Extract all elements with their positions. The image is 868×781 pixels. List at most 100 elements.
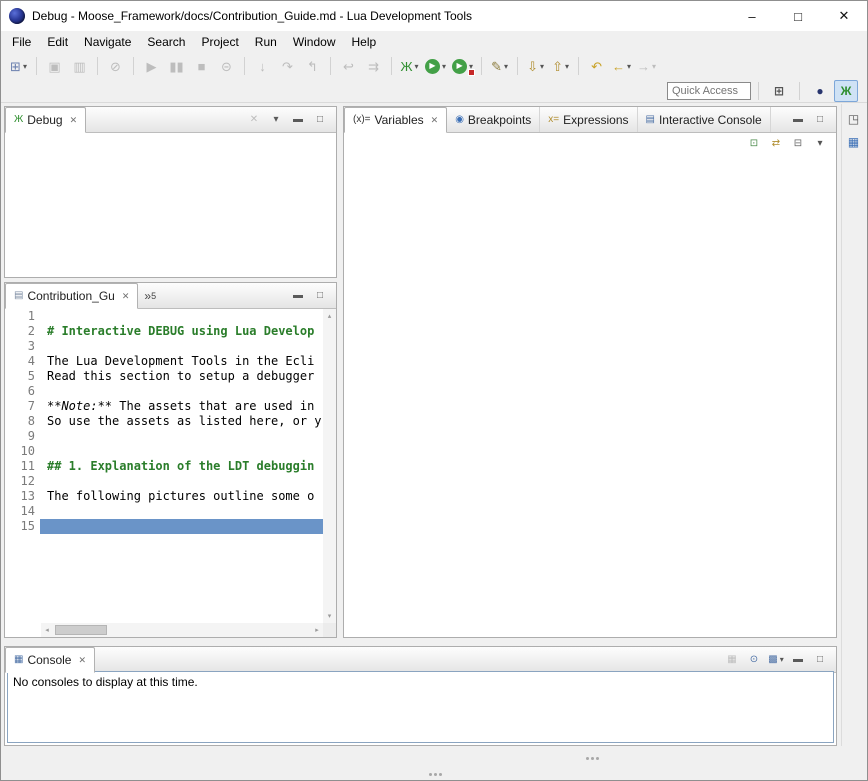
- code-line[interactable]: 6: [5, 384, 323, 399]
- menu-file[interactable]: File: [4, 32, 39, 52]
- outline-view-icon[interactable]: ▦: [848, 136, 859, 148]
- code-line[interactable]: 14: [5, 504, 323, 519]
- scroll-down-icon[interactable]: ▾: [328, 609, 332, 623]
- open-perspective-button[interactable]: ⊞: [767, 80, 791, 102]
- tab-interactive-console[interactable]: ▤Interactive Console: [638, 107, 771, 132]
- code-line[interactable]: 4The Lua Development Tools in the Ecli: [5, 354, 323, 369]
- close-tab-icon[interactable]: ✕: [70, 115, 78, 126]
- tab-debug[interactable]: Ж Debug ✕: [5, 107, 86, 133]
- minimize-icon-glyph: ▬: [293, 115, 303, 125]
- close-button[interactable]: ✕: [821, 1, 867, 31]
- line-number: 3: [5, 339, 40, 354]
- menu-run[interactable]: Run: [247, 32, 285, 52]
- minimize-icon[interactable]: ▬: [288, 288, 308, 304]
- variables-tabs: (x)=Variables✕◉Breakpointsx=Expressions▤…: [344, 107, 771, 132]
- collapse-all-icon[interactable]: ⊟: [788, 136, 808, 152]
- code-line[interactable]: 15: [5, 519, 323, 534]
- minimize-button[interactable]: –: [729, 1, 775, 31]
- view-menu-icon[interactable]: ▾: [266, 112, 286, 128]
- editor-ctrls: ▬□: [287, 283, 336, 308]
- line-text: [40, 474, 323, 489]
- tab-contribution-guide[interactable]: ▤ Contribution_Gu ✕: [5, 283, 138, 309]
- code-segment: # Interactive DEBUG using Lua Develop: [47, 324, 314, 338]
- scrollbar-corner: [323, 623, 336, 637]
- scrollbar-thumb[interactable]: [55, 625, 107, 635]
- scroll-right-icon[interactable]: ▸: [311, 626, 323, 634]
- show-logical-structures-icon-glyph: ⇄: [772, 139, 780, 149]
- debug-perspective-button[interactable]: Ж: [834, 80, 858, 102]
- line-text: [40, 504, 323, 519]
- editor-code-area[interactable]: 12# Interactive DEBUG using Lua Develop3…: [5, 309, 323, 623]
- close-tab-icon[interactable]: ✕: [431, 115, 439, 126]
- open-console-icon[interactable]: ▩▾: [766, 652, 786, 668]
- display-selected-console-icon: ▦: [722, 652, 742, 668]
- menu-project[interactable]: Project: [193, 32, 246, 52]
- tab-console[interactable]: ▦ Console ✕: [5, 647, 95, 673]
- debug-perspective-button-glyph: Ж: [841, 84, 852, 98]
- code-line[interactable]: 5Read this section to setup a debugger: [5, 369, 323, 384]
- code-line[interactable]: 13The following pictures outline some o: [5, 489, 323, 504]
- code-line[interactable]: 9: [5, 429, 323, 444]
- line-number: 14: [5, 504, 40, 519]
- code-line[interactable]: 2# Interactive DEBUG using Lua Develop: [5, 324, 323, 339]
- scroll-up-icon[interactable]: ▴: [328, 309, 332, 323]
- maximize-button[interactable]: □: [775, 1, 821, 31]
- menu-edit[interactable]: Edit: [39, 32, 76, 52]
- previous-annotation-button-glyph: ⇧: [552, 60, 563, 73]
- vertical-scrollbar[interactable]: ▴ ▾: [323, 309, 336, 623]
- hidden-editors-chevron[interactable]: »5: [138, 283, 162, 308]
- code-line[interactable]: 11## 1. Explanation of the LDT debuggin: [5, 459, 323, 474]
- maximize-icon[interactable]: □: [310, 112, 330, 128]
- code-line[interactable]: 12: [5, 474, 323, 489]
- pin-console-icon[interactable]: ⊙: [744, 652, 764, 668]
- view-menu-icon[interactable]: ▾: [810, 136, 830, 152]
- menu-bar: FileEditNavigateSearchProjectRunWindowHe…: [1, 31, 867, 53]
- search-button[interactable]: ✎▾: [488, 55, 511, 77]
- show-logical-structures-icon[interactable]: ⇄: [766, 136, 786, 152]
- code-line[interactable]: 7**Note:** The assets that are used in: [5, 399, 323, 414]
- minimize-icon[interactable]: ▬: [788, 112, 808, 128]
- debug-tabbar: Ж Debug ✕ ✕ ▾ ▬ □: [5, 107, 336, 133]
- maximize-icon[interactable]: □: [810, 112, 830, 128]
- minimize-icon[interactable]: ▬: [788, 652, 808, 668]
- back-button[interactable]: ←▾: [610, 55, 633, 77]
- close-tab-icon[interactable]: ✕: [78, 655, 86, 666]
- chevron-icon: »: [144, 289, 151, 303]
- code-line[interactable]: 8So use the assets as listed here, or y: [5, 414, 323, 429]
- menu-help[interactable]: Help: [344, 32, 385, 52]
- menu-search[interactable]: Search: [139, 32, 193, 52]
- ide-window: Debug - Moose_Framework/docs/Contributio…: [0, 0, 868, 781]
- minimize-icon[interactable]: ▬: [288, 112, 308, 128]
- menu-navigate[interactable]: Navigate: [76, 32, 139, 52]
- tab-breakpoints[interactable]: ◉Breakpoints: [447, 107, 540, 132]
- code-line[interactable]: 3: [5, 339, 323, 354]
- quick-access-input[interactable]: [667, 82, 751, 100]
- code-line[interactable]: 10: [5, 444, 323, 459]
- menu-window[interactable]: Window: [285, 32, 344, 52]
- resume-button: ▶: [140, 55, 163, 77]
- maximize-icon[interactable]: □: [310, 288, 330, 304]
- maximize-icon[interactable]: □: [810, 652, 830, 668]
- lua-perspective-button-glyph: ●: [816, 84, 823, 98]
- code-line[interactable]: 1: [5, 309, 323, 324]
- open-perspective-button-glyph: ⊞: [774, 84, 784, 98]
- run-button[interactable]: ▶▾: [423, 55, 448, 77]
- last-edit-location-button[interactable]: ↶: [585, 55, 608, 77]
- new-wizard-button[interactable]: ⊞▾: [7, 55, 30, 77]
- scroll-left-icon[interactable]: ◂: [41, 626, 53, 634]
- restore-view-icon[interactable]: ◳: [848, 113, 859, 125]
- previous-annotation-button[interactable]: ⇧▾: [549, 55, 572, 77]
- forward-button: →▾: [635, 55, 658, 77]
- toolbar-separator: [578, 57, 579, 75]
- dropdown-arrow-icon: ▾: [540, 62, 544, 71]
- next-annotation-button[interactable]: ⇩▾: [524, 55, 547, 77]
- show-type-names-icon[interactable]: ⊡: [744, 136, 764, 152]
- close-tab-icon[interactable]: ✕: [122, 291, 130, 302]
- external-tools-button[interactable]: ▶▾: [450, 55, 475, 77]
- horizontal-scrollbar[interactable]: ◂ ▸: [41, 623, 323, 637]
- tab-expressions[interactable]: x=Expressions: [540, 107, 637, 132]
- tab-variables[interactable]: (x)=Variables✕: [344, 107, 447, 133]
- debug-button[interactable]: Ж▾: [398, 55, 421, 77]
- lua-perspective-button[interactable]: ●: [808, 80, 832, 102]
- console-message: No consoles to display at this time.: [8, 672, 833, 692]
